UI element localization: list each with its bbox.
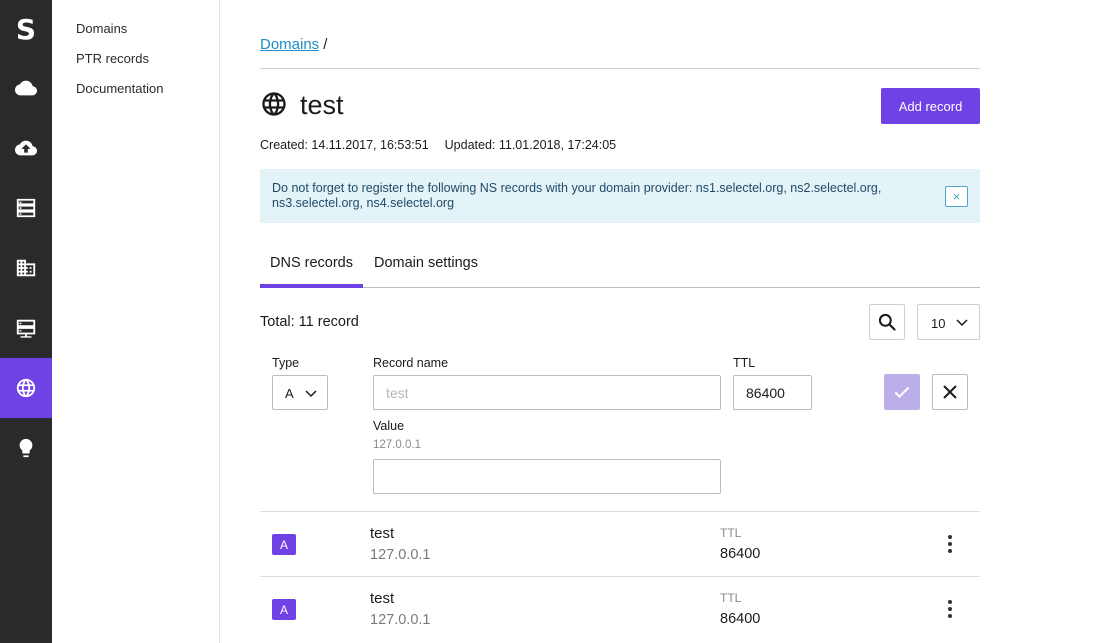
cancel-button[interactable] [932, 374, 968, 410]
colocation-nav-button[interactable] [0, 238, 52, 298]
page-title: test [300, 90, 344, 120]
search-icon [878, 313, 896, 331]
globe-icon [16, 378, 36, 398]
tab-domain-settings[interactable]: Domain settings [364, 250, 488, 287]
tab-bar: DNS records Domain settings [260, 250, 980, 288]
cloud-nav-button[interactable] [0, 58, 52, 118]
sidebar-item-documentation[interactable]: Documentation [76, 81, 163, 96]
dedicated-server-icon [16, 319, 36, 338]
more-options-icon[interactable] [940, 597, 960, 621]
updated-date: Updated: 11.01.2018, 17:24:05 [444, 138, 617, 152]
app-rail: S [0, 0, 52, 643]
chevron-down-icon [305, 390, 317, 398]
search-button[interactable] [869, 304, 905, 340]
dedicated-nav-button[interactable] [0, 298, 52, 358]
record-ttl-value: 86400 [720, 546, 761, 562]
record-name: test [370, 590, 395, 607]
sidebar-item-domains[interactable]: Domains [76, 21, 127, 36]
record-value: 127.0.0.1 [370, 547, 431, 563]
record-ttl-label: TTL [720, 591, 742, 605]
close-icon [943, 385, 957, 399]
breadcrumb-domains-link[interactable]: Domains [260, 36, 319, 53]
check-icon [894, 386, 910, 398]
type-value: A [285, 386, 294, 401]
lightbulb-icon [19, 438, 33, 458]
record-row: A test 127.0.0.1 TTL 86400 [260, 511, 980, 576]
record-ttl-value: 86400 [720, 611, 761, 627]
domain-meta: Created: 14.11.2017, 16:53:51 Updated: 11… [260, 138, 616, 152]
value-input[interactable] [373, 459, 721, 494]
record-row: A test 127.0.0.1 TTL 86400 [260, 576, 980, 641]
record-name-label: Record name [373, 356, 449, 370]
breadcrumb: Domains / [260, 36, 327, 53]
breadcrumb-separator: / [323, 36, 328, 53]
record-type-badge: A [272, 599, 296, 620]
close-icon: × [952, 189, 961, 204]
value-hint: 127.0.0.1 [373, 439, 421, 451]
storage-nav-button[interactable] [0, 118, 52, 178]
alert-text: Do not forget to register the following … [272, 181, 882, 210]
record-type-badge: A [272, 534, 296, 555]
type-label: Type [272, 356, 300, 370]
globe-icon [262, 92, 286, 116]
alert-close-button[interactable]: × [945, 186, 968, 207]
type-select[interactable]: A [272, 375, 328, 410]
dns-sidebar: Domains PTR records Documentation [52, 0, 220, 643]
tab-dns-records[interactable]: DNS records [260, 250, 363, 288]
cloud-icon [15, 80, 37, 96]
ideas-nav-button[interactable] [0, 418, 52, 478]
building-icon [16, 259, 36, 277]
ns-info-alert: Do not forget to register the following … [260, 169, 980, 223]
confirm-button[interactable] [884, 374, 920, 410]
server-list-icon [16, 198, 36, 218]
value-label: Value [373, 419, 405, 433]
page-header: test Add record [260, 88, 980, 124]
record-ttl-label: TTL [720, 526, 742, 540]
servers-nav-button[interactable] [0, 178, 52, 238]
per-page-select[interactable]: 10 [917, 304, 980, 340]
record-name-input[interactable]: test [373, 375, 721, 410]
add-record-button[interactable]: Add record [881, 88, 980, 124]
record-name: test [370, 525, 395, 542]
chevron-down-icon [956, 319, 968, 327]
dns-nav-button[interactable] [0, 358, 52, 418]
more-options-icon[interactable] [940, 532, 960, 556]
divider [260, 68, 980, 69]
created-date: Created: 14.11.2017, 16:53:51 [260, 138, 429, 152]
selectel-logo[interactable]: S [0, 0, 52, 58]
ttl-label: TTL [733, 356, 756, 370]
ttl-input[interactable]: 86400 [733, 375, 812, 410]
records-total: Total: 11 record [260, 314, 359, 330]
sidebar-item-ptr-records[interactable]: PTR records [76, 51, 149, 66]
cloud-upload-icon [15, 140, 37, 156]
record-value: 127.0.0.1 [370, 612, 431, 628]
per-page-value: 10 [931, 316, 946, 331]
